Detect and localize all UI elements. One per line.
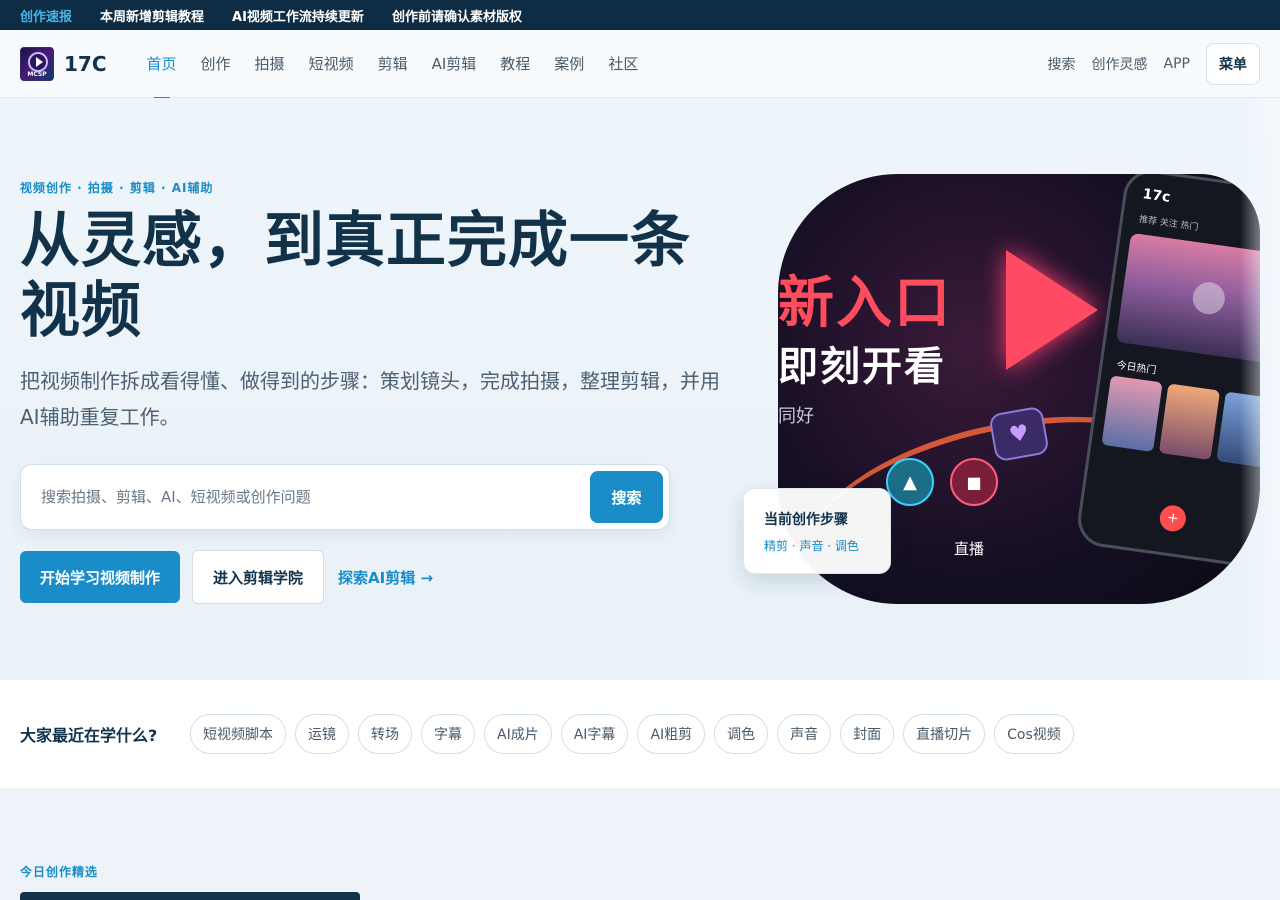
search-input[interactable] [41, 488, 590, 506]
picks-eyebrow: 今日创作精选 [20, 865, 99, 879]
nav-menu: 首页 创作 拍摄 短视频 剪辑 AI剪辑 教程 案例 社区 [135, 30, 651, 99]
phone-tabs: 推荐 关注 热门 [1138, 214, 1199, 234]
phone-video-thumb [1115, 232, 1260, 366]
nav-right: 搜索 创作灵感 APP 菜单 [1048, 42, 1260, 85]
nav-item-tutorial[interactable]: 教程 [488, 30, 542, 97]
search-button[interactable]: 搜索 [590, 471, 663, 523]
nav-item-home[interactable]: 首页 [135, 30, 189, 99]
video-camera-icon: ■ [950, 458, 998, 506]
announcement-item[interactable]: 创作速报 [20, 6, 72, 25]
hero-title: 从灵感，到真正完成一条视频 [20, 206, 691, 346]
announcement-item[interactable]: 本周新增剪辑教程 [100, 6, 204, 25]
phone-thumbs [1101, 375, 1260, 469]
hero-image-subheadline: 即刻开看 [778, 344, 946, 390]
announcement-bar: 创作速报 本周新增剪辑教程 AI视频工作流持续更新 创作前请确认素材版权 [0, 0, 1280, 30]
tag-chip[interactable]: 运镜 [295, 714, 349, 754]
nav-item-edit[interactable]: 剪辑 [366, 30, 420, 97]
phone-mockup: 17c 推荐 关注 热门 今日热门 + [1074, 174, 1260, 570]
plus-icon: + [1158, 503, 1188, 534]
tag-chip[interactable]: 转场 [358, 714, 412, 754]
hero-search: 搜索 [20, 464, 670, 530]
tag-chip[interactable]: 短视频脚本 [190, 714, 286, 754]
popular-topics: 大家最近在学什么? 短视频脚本 运镜 转场 字幕 AI成片 AI字幕 AI粗剪 … [0, 680, 1280, 788]
start-learning-button[interactable]: 开始学习视频制作 [20, 551, 181, 603]
tag-chip[interactable]: AI字幕 [560, 714, 629, 754]
announcement-item[interactable]: AI视频工作流持续更新 [232, 6, 364, 25]
nav-item-cases[interactable]: 案例 [542, 30, 596, 97]
tag-chip[interactable]: 封面 [840, 714, 895, 754]
play-icon [1006, 250, 1098, 370]
live-label: 直播 [954, 540, 985, 558]
tag-chip[interactable]: 声音 [777, 714, 832, 754]
logo-name: 17C [64, 51, 107, 76]
hero-image-caption: 同好 [778, 406, 814, 427]
hero-image-headline: 新入口 [778, 271, 952, 336]
hero-lead: 把视频制作拆成看得懂、做得到的步骤：策划镜头，完成拍摄，整理剪辑，并用AI辅助重… [20, 369, 720, 429]
nav-item-short-video[interactable]: 短视频 [297, 30, 366, 97]
phone-thumb [1101, 375, 1163, 452]
hero-cta-row: 开始学习视频制作 进入剪辑学院 探索AI剪辑 → [20, 550, 433, 604]
tag-chip[interactable]: AI粗剪 [637, 714, 706, 754]
today-picks-section: 今日创作精选 [0, 788, 1280, 900]
step-card-subtitle: 精剪 · 声音 · 调色 [764, 539, 859, 553]
tag-list: 短视频脚本 运镜 转场 字幕 AI成片 AI字幕 AI粗剪 调色 声音 封面 直… [190, 714, 1074, 754]
tag-chip[interactable]: 字幕 [421, 714, 475, 754]
phone-section-title: 今日热门 [1115, 360, 1157, 377]
edit-academy-button[interactable]: 进入剪辑学院 [192, 550, 325, 604]
heart-icon: ♥ [988, 405, 1050, 463]
popular-topics-label: 大家最近在学什么? [20, 726, 158, 745]
nav-item-shoot[interactable]: 拍摄 [243, 30, 297, 97]
tag-chip[interactable]: AI成片 [484, 714, 552, 754]
announcement-item[interactable]: 创作前请确认素材版权 [392, 6, 522, 25]
phone-thumb [1158, 383, 1221, 461]
menu-button[interactable]: 菜单 [1206, 42, 1260, 85]
nav-item-ai-edit[interactable]: AI剪辑 [420, 30, 489, 97]
graduation-cap-icon: ▲ [886, 458, 934, 506]
tag-chip[interactable]: 直播切片 [903, 714, 986, 754]
logo-badge-text: MCSP [27, 70, 47, 78]
tag-chip[interactable]: Cos视频 [994, 714, 1074, 754]
nav-item-community[interactable]: 社区 [596, 30, 650, 97]
hero-eyebrow: 视频创作 · 拍摄 · 剪辑 · AI辅助 [20, 181, 214, 195]
hero-section: 视频创作 · 拍摄 · 剪辑 · AI辅助 从灵感，到真正完成一条视频 把视频制… [0, 98, 1280, 680]
play-icon [1190, 280, 1227, 317]
tag-chip[interactable]: 调色 [714, 714, 769, 754]
logo-icon: MCSP [20, 46, 54, 81]
step-card-title: 当前创作步骤 [764, 512, 848, 528]
nav-inspiration-link[interactable]: 创作灵感 [1092, 54, 1148, 74]
picks-title-cropped [20, 892, 360, 900]
nav-search-link[interactable]: 搜索 [1048, 54, 1076, 74]
edge-fade [1240, 98, 1280, 680]
nav-app-link[interactable]: APP [1164, 56, 1190, 72]
logo[interactable]: MCSP 17C [20, 46, 107, 81]
current-step-card: 当前创作步骤 精剪 · 声音 · 调色 [743, 488, 891, 574]
nav-item-create[interactable]: 创作 [189, 30, 243, 97]
phone-brand: 17c [1141, 186, 1172, 206]
main-nav: MCSP 17C 首页 创作 拍摄 短视频 剪辑 AI剪辑 教程 案例 社区 搜… [0, 30, 1280, 99]
explore-ai-edit-link[interactable]: 探索AI剪辑 → [338, 567, 433, 588]
